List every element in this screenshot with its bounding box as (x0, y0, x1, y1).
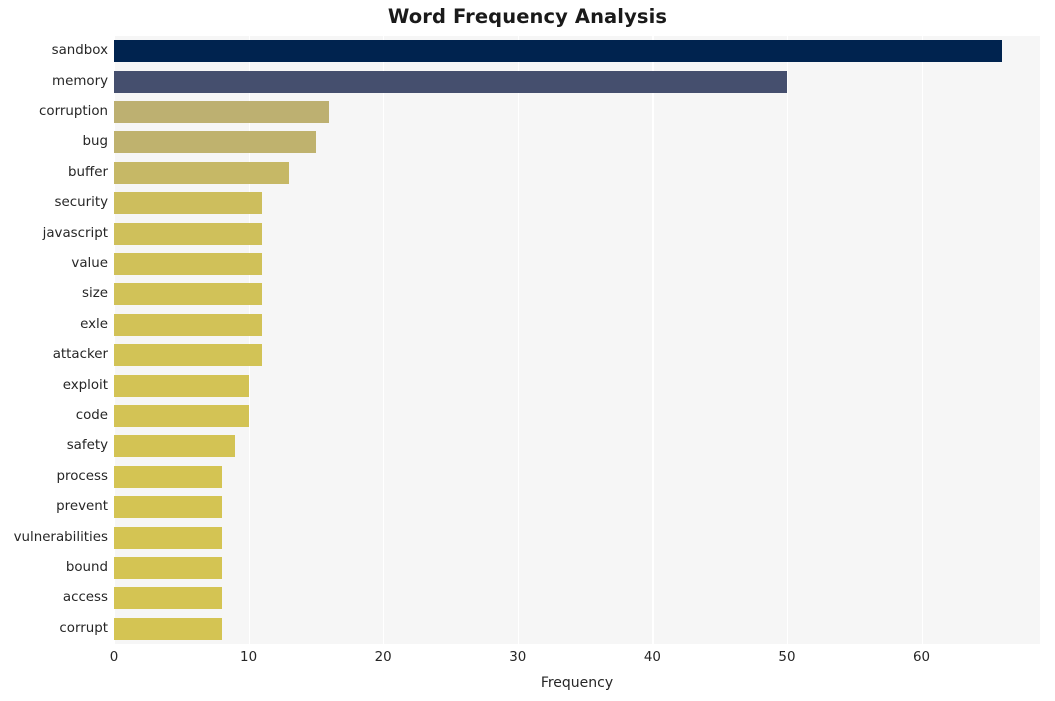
bar-javascript[interactable] (114, 222, 263, 245)
x-tick-label-30: 30 (509, 650, 527, 665)
plot-area (114, 36, 1040, 644)
y-tick-label-attacker: attacker (52, 347, 108, 363)
bar-corruption[interactable] (114, 101, 330, 123)
bar-buffer[interactable] (114, 161, 289, 184)
y-tick-label-buffer: buffer (68, 164, 108, 180)
bar-bug[interactable] (114, 131, 316, 154)
chart-figure: Word Frequency Analysis sandbox memory cor… (0, 0, 1055, 701)
y-axis-tick-labels: sandbox memory corruption bug buffer security… (0, 36, 108, 644)
x-tick-label-40: 40 (643, 650, 661, 665)
bar-exploit[interactable] (114, 374, 249, 397)
y-tick-label-corrupt: corrupt (59, 620, 108, 636)
y-tick-label-bug: bug (82, 134, 109, 150)
bar-corrupt[interactable] (114, 617, 222, 640)
y-tick-label-exle: exle (80, 316, 108, 332)
y-tick-label-value: value (71, 256, 108, 271)
bar-code[interactable] (114, 405, 249, 427)
x-tick-label-60: 60 (913, 650, 931, 665)
x-tick-label-0: 0 (109, 650, 119, 665)
chart-title: Word Frequency Analysis (387, 5, 668, 28)
bar-access[interactable] (114, 587, 222, 610)
y-tick-label-size: size (82, 286, 108, 302)
bar-process[interactable] (114, 465, 222, 488)
bar-sandbox[interactable] (114, 40, 1003, 63)
bar-security[interactable] (114, 192, 263, 215)
y-tick-label-security: security (54, 195, 108, 211)
y-tick-label-process: process (56, 468, 108, 484)
y-tick-label-sandbox: sandbox (51, 43, 108, 59)
y-tick-label-vulnerabilities: vulnerabilities (13, 529, 108, 545)
bar-vulnerabilities[interactable] (114, 526, 222, 549)
y-tick-label-memory: memory (52, 73, 108, 89)
y-tick-label-javascript: javascript (42, 225, 108, 241)
x-tick-label-10: 10 (240, 650, 258, 665)
bar-value[interactable] (114, 253, 263, 275)
x-tick-label-50: 50 (778, 650, 796, 665)
bar-exle[interactable] (114, 313, 263, 336)
y-tick-label-code: code (75, 408, 108, 423)
x-tick-label-20: 20 (374, 650, 392, 665)
bar-safety[interactable] (114, 435, 236, 458)
y-tick-label-bound: bound (65, 560, 108, 575)
bar-size[interactable] (114, 283, 263, 306)
bar-bound[interactable] (114, 557, 222, 579)
bar-memory[interactable] (114, 70, 787, 93)
bar-attacker[interactable] (114, 344, 263, 367)
y-tick-label-prevent: prevent (56, 499, 108, 515)
y-tick-label-safety: safety (66, 438, 108, 454)
y-tick-label-access: access (62, 590, 108, 606)
bars-layer (114, 36, 1040, 644)
x-axis-title: Frequency (540, 675, 614, 691)
bar-prevent[interactable] (114, 496, 222, 519)
y-tick-label-exploit: exploit (62, 377, 108, 393)
x-axis-tick-labels: 0 10 20 30 40 50 60 (0, 650, 1055, 672)
y-tick-label-corruption: corruption (39, 104, 108, 119)
